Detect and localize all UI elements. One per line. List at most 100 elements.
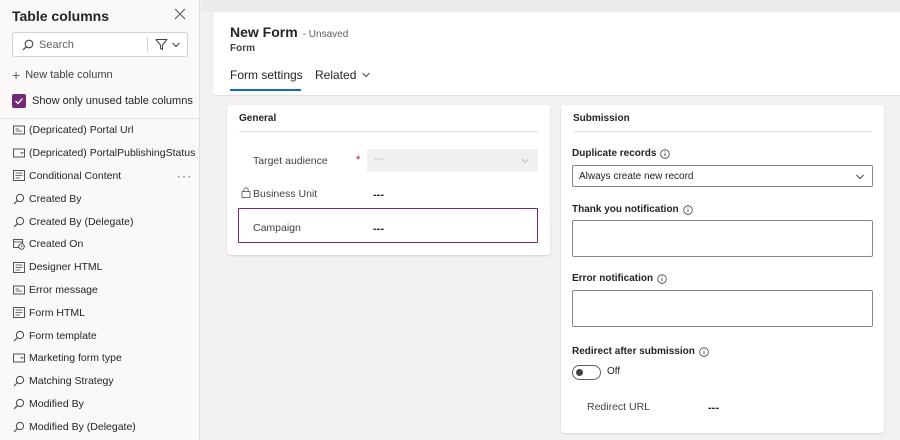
target-audience-value: --- (374, 154, 384, 165)
column-item-modified-by-delegate[interactable]: Modified By (Delegate) (0, 415, 200, 438)
close-icon[interactable] (173, 7, 187, 21)
target-audience-label: Target audience (253, 155, 328, 167)
lock-icon (241, 187, 251, 198)
redirect-after-submission-label: Redirect after submission (572, 346, 695, 357)
multiline-text-icon (12, 170, 25, 182)
column-item-label: Error message (29, 283, 98, 296)
tab-related[interactable]: Related (315, 68, 371, 82)
column-item-label: Modified By (Delegate) (29, 420, 136, 433)
multiline-text-icon (12, 307, 25, 319)
duplicate-records-dropdown[interactable]: Always create new record (572, 165, 873, 187)
column-item-created-by[interactable]: Created By (0, 187, 200, 210)
lookup-icon (12, 216, 25, 228)
column-item-label: Created By (Delegate) (29, 215, 134, 228)
active-tab-indicator (230, 89, 301, 91)
search-input[interactable]: Search (12, 32, 188, 57)
new-table-column-button[interactable]: + New table column (12, 68, 113, 82)
column-item-created-on[interactable]: Created On (0, 233, 200, 256)
show-unused-checkbox[interactable] (12, 94, 26, 108)
info-icon[interactable] (657, 273, 667, 284)
general-section: General Target audience * --- Business U… (227, 105, 550, 255)
column-item-modified-by[interactable]: Modified By (0, 393, 200, 416)
calendar-clock-icon (12, 238, 25, 251)
lookup-icon (12, 193, 25, 205)
lookup-icon (12, 398, 25, 410)
thank-you-label: Thank you notification (572, 204, 679, 215)
required-indicator: * (356, 154, 361, 166)
chevron-down-icon (856, 174, 864, 180)
column-item-label: Created By (29, 192, 82, 205)
toggle-knob (576, 369, 583, 376)
campaign-value: --- (373, 223, 384, 235)
chevron-down-icon[interactable] (171, 40, 181, 50)
chevron-down-icon (362, 72, 371, 78)
submission-title: Submission (573, 113, 630, 124)
search-icon (22, 39, 34, 51)
option-set-icon (12, 147, 25, 159)
search-separator (147, 37, 148, 52)
error-notification-input[interactable] (572, 290, 873, 327)
column-item-label: (Depricated) PortalPublishingStatus (29, 147, 196, 160)
text-field-icon (12, 284, 25, 296)
column-item-form-html[interactable]: Form HTML (0, 301, 200, 324)
filter-icon[interactable] (155, 38, 168, 51)
column-item-designer-html[interactable]: Designer HTML (0, 256, 200, 279)
column-item-error-message[interactable]: Error message (0, 279, 200, 302)
submission-section: Submission Duplicate records Always crea… (561, 105, 884, 433)
column-item-label: Marketing form type (29, 352, 122, 365)
lookup-icon (12, 375, 25, 387)
column-item-portal-url[interactable]: (Depricated) Portal Url (0, 119, 200, 142)
error-notification-label-row: Error notification (572, 273, 667, 284)
multiline-text-icon (12, 261, 25, 273)
redirect-url-label: Redirect URL (587, 401, 651, 413)
duplicate-records-label-row: Duplicate records (572, 148, 671, 159)
redirect-toggle-state: Off (607, 366, 621, 377)
column-item-conditional-content[interactable]: Conditional Content ··· (0, 165, 200, 188)
unsaved-status: - Unsaved (302, 29, 349, 40)
duplicate-records-label: Duplicate records (572, 148, 657, 159)
column-list: (Depricated) Portal Url (Depricated) Por… (0, 119, 200, 438)
more-options-icon[interactable]: ··· (177, 169, 192, 183)
tab-form-settings[interactable]: Form settings (230, 68, 303, 82)
redirect-toggle[interactable] (572, 365, 601, 380)
column-item-matching-strategy[interactable]: Matching Strategy (0, 370, 200, 393)
page-subtitle: Form (230, 43, 255, 54)
form-header: New Form - Unsaved Form Form settings Re… (214, 12, 900, 96)
column-item-portal-publishing-status[interactable]: (Depricated) PortalPublishingStatus (0, 142, 200, 165)
target-audience-select: --- (367, 149, 538, 172)
page-title: New Form (230, 24, 298, 40)
checkmark-icon (15, 98, 23, 105)
business-unit-label: Business Unit (253, 188, 318, 200)
column-item-created-by-delegate[interactable]: Created By (Delegate) (0, 210, 200, 233)
chevron-down-icon (521, 158, 529, 164)
column-item-label: Created On (29, 238, 84, 251)
column-item-label: (Depricated) Portal Url (29, 124, 134, 137)
text-field-icon (12, 124, 25, 136)
duplicate-records-value: Always create new record (579, 171, 694, 182)
option-set-icon (12, 352, 25, 364)
general-title: General (239, 113, 277, 124)
form-title-row: New Form - Unsaved (230, 24, 348, 40)
column-item-label: Conditional Content (29, 169, 122, 182)
column-item-label: Form HTML (29, 306, 85, 319)
campaign-field[interactable]: Campaign --- (238, 208, 538, 243)
general-divider (239, 131, 538, 132)
error-notification-label: Error notification (572, 273, 654, 284)
column-item-marketing-form-type[interactable]: Marketing form type (0, 347, 200, 370)
show-unused-checkbox-row[interactable]: Show only unused table columns (12, 94, 193, 108)
column-item-label: Designer HTML (29, 261, 103, 274)
panel-title: Table columns (12, 8, 109, 24)
new-table-column-label: New table column (25, 69, 113, 81)
column-item-form-template[interactable]: Form template (0, 324, 200, 347)
column-item-label: Matching Strategy (29, 375, 114, 388)
thank-you-notification-input[interactable] (572, 220, 873, 257)
redirect-label-row: Redirect after submission (572, 346, 709, 357)
info-icon[interactable] (660, 148, 671, 159)
gutter (201, 12, 214, 440)
top-strip (201, 0, 900, 12)
show-unused-label: Show only unused table columns (32, 95, 193, 107)
info-icon[interactable] (699, 346, 709, 357)
panel-header: Table columns (12, 7, 189, 27)
plus-icon: + (12, 67, 21, 83)
info-icon[interactable] (682, 204, 693, 215)
